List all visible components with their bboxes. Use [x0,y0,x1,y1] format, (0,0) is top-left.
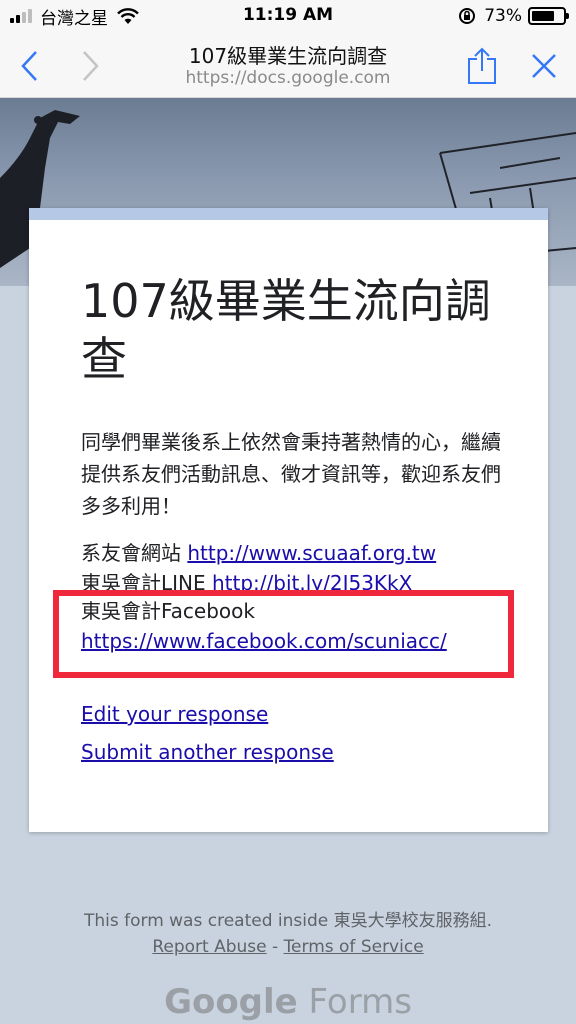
back-button[interactable] [12,48,48,84]
website-link[interactable]: http://www.scuaaf.org.tw [187,541,436,565]
line-link[interactable]: http://bit.ly/2I53KkX [212,571,412,590]
forward-button[interactable] [72,48,108,84]
status-bar: 台灣之星 11:19 AM 73% [0,0,576,34]
close-icon [532,54,556,78]
battery-level [532,11,554,21]
link-line-website: 系友會網站 http://www.scuaaf.org.tw [81,538,521,568]
orientation-lock-icon [459,8,476,24]
form-description: 同學們畢業後系上依然會秉持著熱情的心，繼續提供系友們活動訊息、徵才資訊等，歡迎系… [81,430,501,518]
share-icon [468,47,496,84]
chevron-right-icon [83,51,99,81]
form-footer: This form was created inside 東吳大學校友服務組. … [0,906,576,957]
footer-created-text: This form was created inside 東吳大學校友服務組. [83,911,493,931]
form-confirmation-card: 107級畢業生流向調查 同學們畢業後系上依然會秉持著熱情的心，繼續提供系友們活動… [29,208,548,832]
edit-response-link[interactable]: Edit your response [81,702,481,726]
google-brand-text: Google [164,982,298,1022]
footer-links: Report Abuse - Terms of Service [0,937,576,957]
status-right: 73% [458,5,569,27]
terms-of-service-link[interactable]: Terms of Service [284,937,424,957]
card-accent-bar [29,208,548,220]
report-abuse-link[interactable]: Report Abuse [152,937,266,957]
link-line-line: 東吳會計LINE http://bit.ly/2I53KkX [81,568,521,590]
close-button[interactable] [526,48,562,84]
submit-another-response-link[interactable]: Submit another response [81,740,481,764]
page-url: https://docs.google.com [185,68,391,88]
chevron-left-icon [21,51,37,81]
battery-icon [528,7,569,25]
battery-percent: 73% [484,6,522,26]
browser-nav-bar: 107級畢業生流向調查 https://docs.google.com [0,34,576,98]
highlight-annotation-box [53,590,514,678]
page-title: 107級畢業生流向調查 [188,44,388,68]
share-button[interactable] [464,47,500,84]
forms-brand-text: Forms [297,982,412,1022]
google-forms-logo[interactable]: Google Forms [0,982,576,1022]
link-label: 系友會網站 [81,541,188,565]
form-title: 107級畢業生流向調查 [81,274,491,386]
link-label: 東吳會計LINE [81,571,212,590]
footer-separator: - [266,937,284,957]
